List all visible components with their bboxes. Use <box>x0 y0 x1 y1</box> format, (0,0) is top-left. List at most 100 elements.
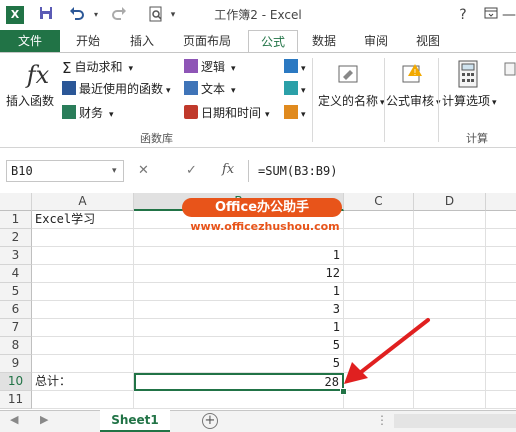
row-header[interactable]: 9 <box>0 355 32 373</box>
cell-d4[interactable] <box>414 265 486 283</box>
cell-b8[interactable]: 5 <box>134 337 344 355</box>
column-header-e[interactable] <box>486 193 516 211</box>
insert-function-fx-icon[interactable]: fx <box>222 162 234 177</box>
tab-file[interactable]: 文件 <box>0 30 60 52</box>
cell-b3[interactable]: 1 <box>134 247 344 265</box>
row-header[interactable]: 6 <box>0 301 32 319</box>
tab-page-layout[interactable]: 页面布局 <box>174 30 240 52</box>
row-header[interactable]: 3 <box>0 247 32 265</box>
tab-view[interactable]: 视图 <box>408 30 448 52</box>
select-all-corner[interactable] <box>0 193 32 211</box>
cell-b7[interactable]: 1 <box>134 319 344 337</box>
formula-auditing-icon[interactable]: ! <box>400 62 426 86</box>
insert-function-button[interactable]: 插入函数 <box>6 92 54 110</box>
row-header[interactable]: 5 <box>0 283 32 301</box>
add-sheet-button[interactable]: + <box>202 413 218 429</box>
cell-a4[interactable] <box>32 265 134 283</box>
defined-names-button[interactable]: 定义的名称 ▾ <box>318 92 385 112</box>
lookup-reference-button[interactable]: ▾ <box>284 58 306 78</box>
cell-a7[interactable] <box>32 319 134 337</box>
cell-b11[interactable] <box>134 391 344 409</box>
calculate-now-icon[interactable] <box>504 62 516 81</box>
scroll-sheets-right-icon[interactable]: ▶ <box>40 413 48 426</box>
cell-b5[interactable]: 1 <box>134 283 344 301</box>
horizontal-scrollbar[interactable] <box>394 414 516 428</box>
column-header-d[interactable]: D <box>414 193 486 211</box>
cell-c11[interactable] <box>344 391 414 409</box>
tab-insert[interactable]: 插入 <box>120 30 164 52</box>
cell-a2[interactable] <box>32 229 134 247</box>
calculation-options-button[interactable]: 计算选项 ▾ <box>442 92 497 112</box>
cell-a11[interactable] <box>32 391 134 409</box>
tab-data[interactable]: 数据 <box>304 30 344 52</box>
cell-d3[interactable] <box>414 247 486 265</box>
scroll-sheets-left-icon[interactable]: ◀ <box>10 413 18 426</box>
more-functions-button[interactable]: ▾ <box>284 104 306 124</box>
cell-a9[interactable] <box>32 355 134 373</box>
row-header[interactable]: 8 <box>0 337 32 355</box>
cell-c4[interactable] <box>344 265 414 283</box>
column-header-a[interactable]: A <box>32 193 134 211</box>
name-box[interactable]: B10 <box>6 160 124 182</box>
cell-e7[interactable] <box>486 319 516 337</box>
formula-input[interactable]: =SUM(B3:B9) <box>252 160 516 182</box>
minimize-button[interactable]: — <box>502 4 516 26</box>
cell-e5[interactable] <box>486 283 516 301</box>
cell-a8[interactable] <box>32 337 134 355</box>
cell-b4[interactable]: 12 <box>134 265 344 283</box>
row-header[interactable]: 1 <box>0 211 32 229</box>
name-box-dropdown-icon[interactable]: ▾ <box>112 166 117 176</box>
cell-b6[interactable]: 3 <box>134 301 344 319</box>
cell-d5[interactable] <box>414 283 486 301</box>
cell-c2[interactable] <box>344 229 414 247</box>
cell-e1[interactable] <box>486 211 516 229</box>
autosum-button[interactable]: Σ 自动求和 ▾ <box>62 58 133 78</box>
cell-e2[interactable] <box>486 229 516 247</box>
row-header[interactable]: 2 <box>0 229 32 247</box>
recently-used-button[interactable]: 最近使用的函数 ▾ <box>62 80 171 100</box>
cell-d11[interactable] <box>414 391 486 409</box>
column-header-c[interactable]: C <box>344 193 414 211</box>
tab-review[interactable]: 审阅 <box>356 30 396 52</box>
row-header[interactable]: 7 <box>0 319 32 337</box>
defined-names-icon[interactable] <box>336 62 362 86</box>
cell-e9[interactable] <box>486 355 516 373</box>
row-header[interactable]: 4 <box>0 265 32 283</box>
cell-a1[interactable]: Excel学习 <box>32 211 134 229</box>
cell-b9[interactable]: 5 <box>134 355 344 373</box>
formula-auditing-button[interactable]: 公式审核▾ <box>386 92 441 112</box>
calculator-icon[interactable] <box>456 60 480 88</box>
row-header[interactable]: 11 <box>0 391 32 409</box>
math-trig-button[interactable]: ▾ <box>284 80 306 100</box>
cell-a10[interactable]: 总计： <box>32 373 134 391</box>
sheet-tab-sheet1[interactable]: Sheet1 <box>100 410 170 432</box>
logical-button[interactable]: 逻辑 ▾ <box>184 58 236 78</box>
cell-e4[interactable] <box>486 265 516 283</box>
cell-c3[interactable] <box>344 247 414 265</box>
insert-function-icon[interactable]: fx <box>20 60 56 90</box>
cell-e11[interactable] <box>486 391 516 409</box>
cancel-icon[interactable]: ✕ <box>138 163 149 178</box>
cell-a5[interactable] <box>32 283 134 301</box>
date-time-button[interactable]: 日期和时间 ▾ <box>184 104 270 124</box>
cell-d2[interactable] <box>414 229 486 247</box>
cell-c5[interactable] <box>344 283 414 301</box>
enter-icon[interactable]: ✓ <box>186 163 197 178</box>
tab-formulas[interactable]: 公式 <box>248 30 298 53</box>
cell-c1[interactable] <box>344 211 414 229</box>
financial-button[interactable]: 财务 ▾ <box>62 104 114 124</box>
cell-b10[interactable]: 28 <box>134 373 344 391</box>
cell-a3[interactable] <box>32 247 134 265</box>
cell-d1[interactable] <box>414 211 486 229</box>
cell-e8[interactable] <box>486 337 516 355</box>
ribbon-display-options-icon[interactable] <box>480 4 502 26</box>
tab-home[interactable]: 开始 <box>66 30 110 52</box>
sheet-options-icon[interactable]: ⋮ <box>376 413 388 427</box>
row-header[interactable]: 10 <box>0 373 32 391</box>
help-button[interactable]: ? <box>452 4 474 26</box>
cell-e6[interactable] <box>486 301 516 319</box>
text-button[interactable]: 文本 ▾ <box>184 80 236 100</box>
cell-e10[interactable] <box>486 373 516 391</box>
cell-a6[interactable] <box>32 301 134 319</box>
cell-e3[interactable] <box>486 247 516 265</box>
